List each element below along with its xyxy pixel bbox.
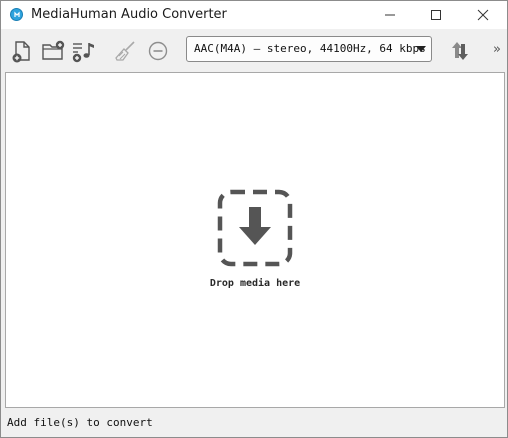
app-window: MediaHuman Audio Converter AAC(M4A) – st… bbox=[0, 0, 508, 438]
status-bar-text: Add file(s) to convert bbox=[7, 416, 153, 429]
mediahuman-logo-icon bbox=[10, 8, 23, 21]
close-button[interactable] bbox=[460, 1, 506, 29]
add-file-icon bbox=[12, 40, 30, 62]
minimize-button[interactable] bbox=[367, 1, 413, 29]
maximize-icon bbox=[431, 10, 441, 20]
add-music-icon bbox=[72, 42, 94, 62]
convert-button[interactable] bbox=[447, 30, 473, 71]
output-format-value: AAC(M4A) – stereo, 44100Hz, 64 kbps bbox=[194, 42, 426, 55]
close-icon bbox=[477, 9, 489, 21]
maximize-button[interactable] bbox=[413, 1, 459, 29]
chevron-down-icon bbox=[416, 46, 426, 52]
add-itunes-playlist-button[interactable] bbox=[71, 30, 97, 71]
add-folder-icon bbox=[42, 40, 65, 60]
drop-area[interactable]: Drop media here bbox=[5, 72, 505, 408]
toolbar-overflow-button[interactable]: » bbox=[493, 42, 501, 57]
output-format-select[interactable]: AAC(M4A) – stereo, 44100Hz, 64 kbps bbox=[186, 36, 432, 62]
minimize-icon bbox=[385, 14, 395, 16]
remove-button[interactable] bbox=[146, 30, 170, 71]
clear-list-button[interactable] bbox=[114, 30, 138, 71]
drop-download-icon bbox=[217, 189, 293, 267]
broom-icon bbox=[115, 40, 135, 61]
minus-circle-icon bbox=[148, 41, 168, 60]
window-title: MediaHuman Audio Converter bbox=[31, 7, 227, 22]
convert-arrows-icon bbox=[452, 41, 468, 60]
add-file-button[interactable] bbox=[10, 30, 34, 71]
title-bar: MediaHuman Audio Converter bbox=[1, 1, 507, 29]
drop-media-label: Drop media here bbox=[209, 278, 301, 289]
add-folder-button[interactable] bbox=[41, 30, 65, 71]
